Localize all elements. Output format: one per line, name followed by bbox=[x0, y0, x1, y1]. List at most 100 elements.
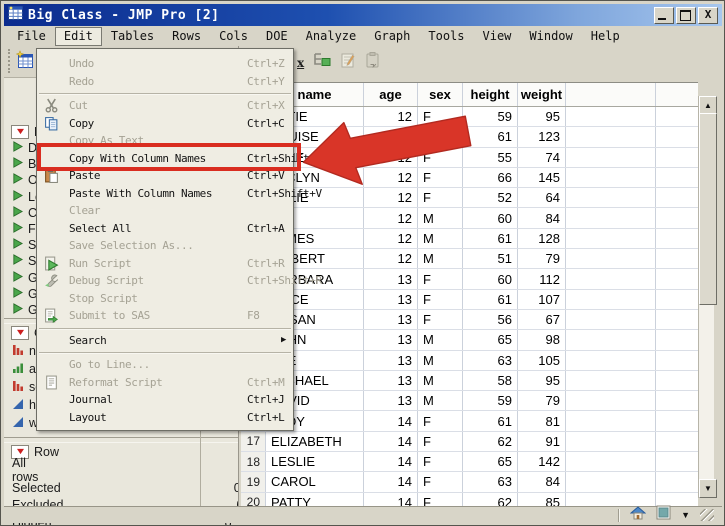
menu-item-layout[interactable]: Layout Ctrl+L bbox=[37, 409, 293, 427]
cell-age[interactable]: 13 bbox=[364, 330, 418, 350]
cell-height[interactable]: 51 bbox=[463, 249, 518, 269]
empty-cell[interactable] bbox=[656, 188, 698, 207]
cell-name[interactable]: LESLIE bbox=[266, 452, 364, 472]
empty-cell[interactable] bbox=[656, 208, 698, 227]
cell-weight[interactable]: 79 bbox=[518, 391, 566, 411]
cell-sex[interactable]: F bbox=[418, 269, 463, 289]
window-theme-icon[interactable] bbox=[656, 505, 671, 525]
column-header-height[interactable]: height bbox=[463, 83, 518, 106]
menubar-item-rows[interactable]: Rows bbox=[163, 27, 210, 46]
close-button[interactable]: X bbox=[698, 6, 718, 24]
menubar-item-doe[interactable]: DOE bbox=[257, 27, 297, 46]
rows-stat-selected[interactable]: Selected0 bbox=[4, 479, 241, 497]
cell-sex[interactable]: F bbox=[418, 411, 463, 431]
cell-name[interactable]: ELIZABETH bbox=[266, 431, 364, 452]
empty-cell[interactable] bbox=[566, 127, 656, 147]
cell-weight[interactable]: 84 bbox=[518, 472, 566, 492]
menu-item-paste-with-column-names[interactable]: Paste With Column Names Ctrl+Shift+V bbox=[37, 185, 322, 203]
menubar-item-file[interactable]: File bbox=[8, 27, 55, 46]
cell-sex[interactable]: M bbox=[418, 208, 463, 228]
empty-cell[interactable] bbox=[566, 167, 656, 188]
formula-icon[interactable]: x bbox=[297, 56, 304, 70]
cell-sex[interactable]: M bbox=[418, 330, 463, 350]
cell-height[interactable]: 61 bbox=[463, 228, 518, 249]
menu-item-journal[interactable]: Journal Ctrl+J bbox=[37, 391, 293, 409]
empty-cell[interactable] bbox=[656, 411, 698, 430]
cell-age[interactable]: 14 bbox=[364, 431, 418, 452]
resize-grip-icon[interactable] bbox=[700, 509, 714, 521]
menubar-item-analyze[interactable]: Analyze bbox=[297, 27, 366, 46]
empty-cell[interactable] bbox=[656, 493, 698, 506]
vertical-scrollbar[interactable]: ▲ ▼ bbox=[698, 96, 717, 498]
cell-age[interactable]: 14 bbox=[364, 492, 418, 506]
dropdown-icon[interactable]: ▼ bbox=[681, 510, 690, 520]
menu-item-go-to-line[interactable]: Go to Line... bbox=[37, 356, 293, 374]
cell-height[interactable]: 59 bbox=[463, 391, 518, 411]
cell-age[interactable]: 12 bbox=[364, 249, 418, 269]
empty-cell[interactable] bbox=[566, 411, 656, 431]
menu-item-copy[interactable]: Copy Ctrl+C bbox=[37, 115, 293, 133]
cell-age[interactable]: 13 bbox=[364, 269, 418, 289]
cell-height[interactable]: 60 bbox=[463, 208, 518, 228]
cell-age[interactable]: 13 bbox=[364, 309, 418, 330]
empty-cell[interactable] bbox=[566, 370, 656, 391]
empty-cell[interactable] bbox=[566, 431, 656, 452]
script-edit-icon[interactable] bbox=[340, 52, 357, 74]
home-icon[interactable] bbox=[629, 505, 647, 525]
cell-weight[interactable]: 107 bbox=[518, 289, 566, 309]
empty-column-header[interactable] bbox=[656, 83, 698, 106]
cell-age[interactable]: 14 bbox=[364, 452, 418, 472]
cell-weight[interactable]: 91 bbox=[518, 431, 566, 452]
empty-cell[interactable] bbox=[566, 147, 656, 167]
column-header-age[interactable]: age bbox=[364, 83, 418, 106]
cell-weight[interactable]: 128 bbox=[518, 228, 566, 249]
cell-weight[interactable]: 84 bbox=[518, 208, 566, 228]
cell-age[interactable]: 14 bbox=[364, 411, 418, 431]
cell-height[interactable]: 63 bbox=[463, 472, 518, 492]
empty-cell[interactable] bbox=[656, 351, 698, 370]
cell-age[interactable]: 13 bbox=[364, 391, 418, 411]
cell-name[interactable]: CAROL bbox=[266, 472, 364, 492]
empty-cell[interactable] bbox=[566, 492, 656, 506]
empty-cell[interactable] bbox=[566, 228, 656, 249]
cell-sex[interactable]: F bbox=[418, 289, 463, 309]
empty-cell[interactable] bbox=[656, 127, 698, 146]
cell-height[interactable]: 63 bbox=[463, 350, 518, 370]
cell-height[interactable]: 62 bbox=[463, 492, 518, 506]
cell-sex[interactable]: F bbox=[418, 472, 463, 492]
cell-height[interactable]: 56 bbox=[463, 309, 518, 330]
row-number-cell[interactable]: 19 bbox=[241, 472, 266, 492]
menu-item-run-script[interactable]: Run Script Ctrl+R bbox=[37, 255, 293, 273]
column-header-weight[interactable]: weight bbox=[518, 83, 566, 106]
cell-sex[interactable]: F bbox=[418, 492, 463, 506]
cell-age[interactable]: 12 bbox=[364, 228, 418, 249]
cell-weight[interactable]: 98 bbox=[518, 330, 566, 350]
empty-cell[interactable] bbox=[566, 107, 656, 127]
empty-cell[interactable] bbox=[566, 452, 656, 472]
empty-cell[interactable] bbox=[566, 188, 656, 208]
row-number-cell[interactable]: 18 bbox=[241, 452, 266, 472]
empty-cell[interactable] bbox=[566, 309, 656, 330]
empty-column-header[interactable] bbox=[566, 83, 656, 106]
empty-cell[interactable] bbox=[656, 391, 698, 410]
cell-sex[interactable]: F bbox=[418, 431, 463, 452]
toolbar-grip[interactable] bbox=[8, 49, 13, 73]
red-triangle-icon[interactable] bbox=[11, 325, 29, 340]
cell-height[interactable]: 65 bbox=[463, 330, 518, 350]
cell-sex[interactable]: F bbox=[418, 309, 463, 330]
empty-cell[interactable] bbox=[656, 249, 698, 268]
cell-sex[interactable]: M bbox=[418, 228, 463, 249]
menu-item-search[interactable]: Search ▶ bbox=[37, 332, 293, 350]
empty-cell[interactable] bbox=[566, 249, 656, 269]
empty-cell[interactable] bbox=[566, 208, 656, 228]
minimize-button[interactable] bbox=[654, 6, 674, 24]
menu-item-submit-to-sas[interactable]: Submit to SAS F8 bbox=[37, 307, 293, 325]
empty-cell[interactable] bbox=[656, 148, 698, 167]
cell-height[interactable]: 65 bbox=[463, 452, 518, 472]
menu-item-select-all[interactable]: Select All Ctrl+A bbox=[37, 220, 293, 238]
cell-weight[interactable]: 64 bbox=[518, 188, 566, 208]
cell-age[interactable]: 13 bbox=[364, 289, 418, 309]
menubar-item-graph[interactable]: Graph bbox=[365, 27, 419, 46]
empty-cell[interactable] bbox=[566, 350, 656, 370]
empty-cell[interactable] bbox=[656, 229, 698, 248]
